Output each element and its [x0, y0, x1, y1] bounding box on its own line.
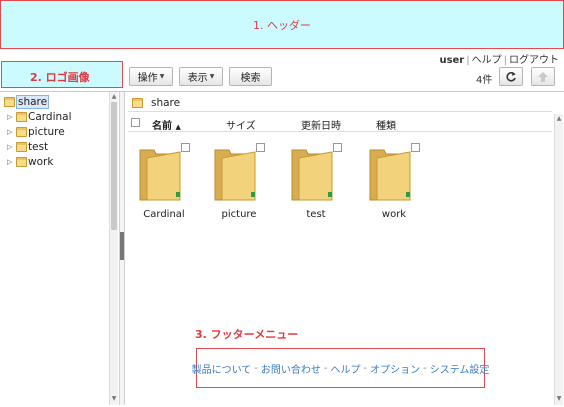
- folder-icon: [16, 127, 27, 137]
- file-tile[interactable]: test: [286, 143, 346, 223]
- file-tile[interactable]: picture: [209, 143, 269, 223]
- current-path: share: [151, 96, 181, 109]
- scroll-down-icon[interactable]: ▼: [110, 395, 118, 403]
- user-bar: user | ヘルプ | ログアウト: [439, 55, 559, 66]
- folder-icon: [214, 149, 256, 201]
- logo-region: 2. ロゴ画像: [1, 61, 123, 88]
- file-name: test: [306, 209, 326, 220]
- item-count: 4件: [476, 75, 493, 86]
- view-label: 表示: [187, 73, 208, 84]
- tree-item-label: picture: [28, 126, 65, 138]
- footer-label: 3. フッターメニュー: [195, 328, 299, 341]
- footer-link-help[interactable]: ヘルプ: [331, 361, 361, 376]
- tree-item-work[interactable]: ▷ work: [7, 156, 53, 168]
- column-size[interactable]: サイズ: [226, 117, 256, 132]
- pane-splitter[interactable]: [119, 92, 125, 405]
- expand-icon[interactable]: ▷: [7, 128, 16, 136]
- splitter-handle[interactable]: [120, 232, 124, 260]
- tree-item-label: test: [28, 141, 49, 153]
- up-button[interactable]: [531, 67, 555, 86]
- folder-icon: [132, 97, 143, 108]
- operations-button[interactable]: 操作 ▼: [129, 67, 173, 86]
- file-tile[interactable]: Cardinal: [134, 143, 194, 223]
- user-name: user: [439, 55, 465, 66]
- footer-menu: 製品について - お問い合わせ - ヘルプ - オプション - システム設定: [192, 348, 489, 388]
- folder-tree: share ▷ Cardinal ▷ picture ▷ test ▷ work: [0, 92, 109, 405]
- item-checkbox[interactable]: [333, 143, 342, 152]
- refresh-button[interactable]: [499, 67, 523, 86]
- sort-asc-icon: ▲: [175, 123, 181, 131]
- folder-icon: [291, 149, 333, 201]
- help-link[interactable]: ヘルプ: [472, 55, 502, 66]
- breadcrumb: share: [128, 94, 552, 112]
- tree-item-label: share: [16, 95, 50, 109]
- logout-link[interactable]: ログアウト: [509, 55, 559, 66]
- scroll-up-icon[interactable]: ▲: [110, 93, 118, 101]
- tree-item-test[interactable]: ▷ test: [7, 141, 48, 153]
- main-scrollbar[interactable]: ▲ ▼: [554, 114, 563, 405]
- footer-link-settings[interactable]: システム設定: [430, 361, 490, 376]
- tree-scrollbar[interactable]: ▲ ▼: [109, 92, 118, 405]
- header-label: 1. ヘッダー: [253, 19, 311, 32]
- tree-item-label: Cardinal: [28, 111, 72, 123]
- search-label: 検索: [240, 73, 261, 84]
- column-header: 名前 ▲ サイズ 更新日時 種類: [128, 114, 552, 132]
- file-name: picture: [221, 209, 257, 220]
- up-arrow-icon: [538, 71, 548, 82]
- tree-item-cardinal[interactable]: ▷ Cardinal: [7, 111, 72, 123]
- scroll-thumb[interactable]: [111, 102, 117, 230]
- logo-label: 2. ロゴ画像: [30, 71, 90, 84]
- tree-item-root[interactable]: share: [4, 95, 50, 109]
- footer-link-options[interactable]: オプション: [370, 361, 420, 376]
- folder-icon: [16, 112, 27, 122]
- scroll-down-icon[interactable]: ▼: [555, 395, 563, 403]
- folder-icon: [139, 149, 181, 201]
- tree-item-label: work: [28, 156, 54, 168]
- search-button[interactable]: 検索: [229, 67, 272, 86]
- refresh-icon: [506, 71, 516, 82]
- folder-icon: [16, 157, 27, 167]
- expand-icon[interactable]: ▷: [7, 143, 16, 151]
- expand-icon[interactable]: ▷: [7, 113, 16, 121]
- operations-label: 操作: [137, 73, 158, 84]
- folder-icon: [4, 97, 15, 107]
- tree-item-picture[interactable]: ▷ picture: [7, 126, 65, 138]
- footer-link-about[interactable]: 製品について: [192, 361, 252, 376]
- select-all-checkbox[interactable]: [131, 118, 140, 127]
- scroll-up-icon[interactable]: ▲: [555, 115, 563, 123]
- item-checkbox[interactable]: [256, 143, 265, 152]
- item-checkbox[interactable]: [181, 143, 190, 152]
- footer-link-contact[interactable]: お問い合わせ: [261, 361, 321, 376]
- file-tile[interactable]: work: [364, 143, 424, 223]
- item-checkbox[interactable]: [411, 143, 420, 152]
- view-button[interactable]: 表示 ▼: [179, 67, 223, 86]
- expand-icon[interactable]: ▷: [7, 158, 16, 166]
- header-region: 1. ヘッダー: [0, 0, 564, 49]
- chevron-down-icon: ▼: [209, 73, 215, 80]
- column-name[interactable]: 名前 ▲: [152, 117, 181, 132]
- file-name: work: [381, 209, 407, 220]
- column-modified[interactable]: 更新日時: [301, 117, 341, 132]
- folder-icon: [16, 142, 27, 152]
- folder-icon: [369, 149, 411, 201]
- column-type[interactable]: 種類: [376, 117, 396, 132]
- chevron-down-icon: ▼: [159, 73, 165, 80]
